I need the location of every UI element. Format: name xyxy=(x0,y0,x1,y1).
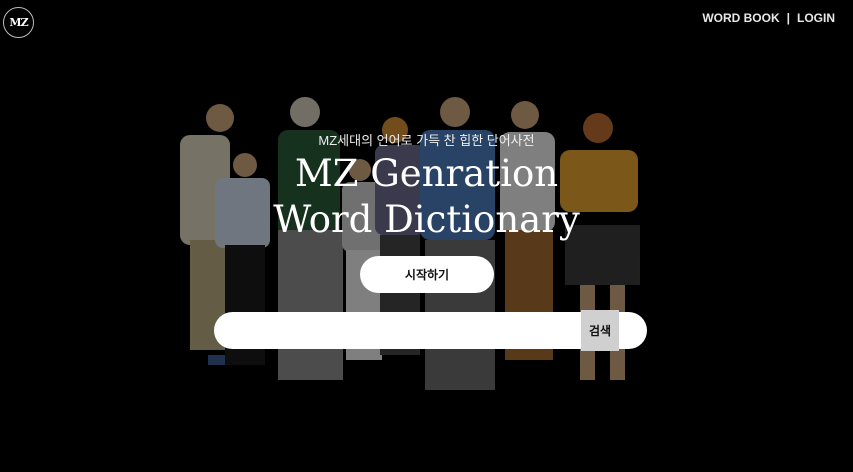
top-nav: WORD BOOK | LOGIN xyxy=(702,11,835,25)
login-link[interactable]: LOGIN xyxy=(797,11,835,25)
start-button[interactable]: 시작하기 xyxy=(360,256,494,293)
hero-title-line1: MZ Genration xyxy=(294,152,559,195)
search-bar: 검색 xyxy=(214,310,647,351)
logo-text: MZ xyxy=(9,16,28,29)
search-input[interactable] xyxy=(232,312,586,351)
logo-icon[interactable]: MZ xyxy=(3,7,34,38)
nav-separator: | xyxy=(786,11,790,25)
word-book-link[interactable]: WORD BOOK xyxy=(702,11,779,25)
hero-title: MZ Genration Word Dictionary xyxy=(0,151,853,243)
hero-title-line2: Word Dictionary xyxy=(273,198,580,241)
hero-subtitle: MZ세대의 언어로 가득 찬 힙한 단어사전 xyxy=(318,133,535,148)
search-button[interactable]: 검색 xyxy=(581,310,619,351)
